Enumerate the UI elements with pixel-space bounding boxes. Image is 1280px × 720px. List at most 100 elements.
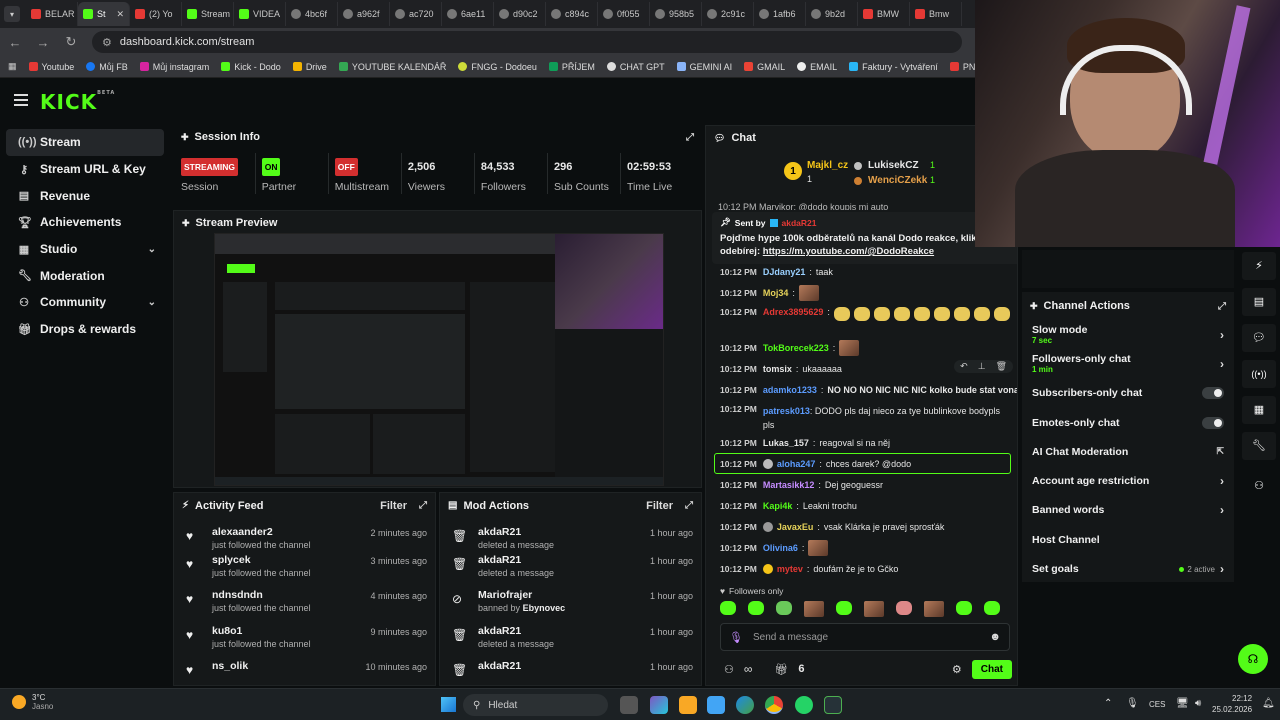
- volume-icon[interactable]: 🔊︎: [1195, 698, 1201, 709]
- msg-user[interactable]: Moj34: [763, 288, 789, 298]
- msg-user[interactable]: Kapi4k: [763, 501, 793, 511]
- browser-tab[interactable]: BMW: [858, 2, 910, 26]
- ca-banned-words[interactable]: Banned words ›: [1022, 496, 1234, 525]
- msg-user[interactable]: patresk013: [763, 406, 810, 416]
- language-indicator[interactable]: CES: [1149, 700, 1165, 709]
- subscribers-only-toggle[interactable]: [1202, 387, 1224, 400]
- close-tab-icon[interactable]: ✕: [116, 9, 124, 20]
- bookmark-fb[interactable]: Můj FB: [86, 62, 128, 72]
- wrench-icon[interactable]: 🔧︎: [1242, 432, 1276, 460]
- msg-user[interactable]: Lukas_157: [763, 438, 809, 448]
- msg-user[interactable]: DJdany21: [763, 267, 806, 277]
- mod-actions-icon[interactable]: ▦: [1242, 396, 1276, 424]
- forward-icon[interactable]: →: [36, 35, 50, 50]
- msg-user[interactable]: mytev: [777, 564, 803, 574]
- settings-gear-icon[interactable]: ⚙: [952, 663, 962, 676]
- browser-tab-active[interactable]: St ✕: [78, 2, 130, 26]
- emote-icon[interactable]: [776, 601, 792, 615]
- msg-user[interactable]: JavaxEu: [777, 522, 814, 532]
- copilot-icon[interactable]: [650, 696, 668, 714]
- browser-tab[interactable]: 6ae11: [442, 2, 494, 26]
- browser-tab[interactable]: ac720: [390, 2, 442, 26]
- ca-host-channel[interactable]: Host Channel: [1022, 525, 1234, 554]
- bookmark-kick[interactable]: Kick - Dodo: [221, 62, 281, 72]
- browser-tab[interactable]: 0f055: [598, 2, 650, 26]
- bookmark-gmail[interactable]: GMAIL: [744, 62, 785, 72]
- sidebar-item-moderation[interactable]: 🔧︎ Moderation: [6, 262, 164, 289]
- chat-input[interactable]: 🎙︎ Send a message ☻: [720, 623, 1010, 651]
- sidebar-item-revenue[interactable]: ▤ Revenue: [6, 182, 164, 209]
- browser-tab[interactable]: Stream: [182, 2, 234, 26]
- expand-icon[interactable]: ⤢: [686, 132, 694, 143]
- activity-user[interactable]: ns_olik: [212, 660, 365, 672]
- bookmark-email[interactable]: EMAIL: [797, 62, 837, 72]
- chrome-icon[interactable]: [765, 696, 783, 714]
- activity-user[interactable]: ndnsdndn: [212, 589, 370, 601]
- emote-icon[interactable]: [720, 601, 736, 615]
- document-icon[interactable]: ▤: [1242, 288, 1276, 316]
- msg-user[interactable]: Adrex3895629: [763, 307, 824, 317]
- chat-send-button[interactable]: Chat: [971, 659, 1012, 679]
- expand-icon[interactable]: ⤢: [685, 500, 693, 511]
- top-gifter-name[interactable]: LukisekCZ: [868, 160, 919, 171]
- ca-ai-moderation[interactable]: AI Chat Moderation ⇱: [1022, 437, 1234, 466]
- capture-app-icon[interactable]: [824, 696, 842, 714]
- expand-icon[interactable]: ⤢: [419, 500, 427, 511]
- broadcast-icon[interactable]: ((•)): [1242, 360, 1276, 388]
- emote-icon[interactable]: [748, 601, 764, 615]
- msg-user[interactable]: Olivina6: [763, 543, 798, 553]
- msg-user[interactable]: tomsix: [763, 364, 792, 374]
- filter-button[interactable]: Filter: [646, 500, 673, 512]
- tray-chevron-icon[interactable]: ⌃: [1104, 698, 1112, 709]
- activity-user[interactable]: splycek: [212, 554, 370, 566]
- mod-user[interactable]: akdaR21: [478, 526, 650, 538]
- emoji-icon[interactable]: ☻: [989, 631, 1001, 643]
- url-field[interactable]: ⚙ dashboard.kick.com/stream: [92, 31, 962, 53]
- browser-tab[interactable]: d90c2: [494, 2, 546, 26]
- ca-set-goals[interactable]: Set goals 2 active ›: [1022, 554, 1234, 583]
- top-gifter-name[interactable]: Majkl_cz: [807, 160, 848, 171]
- kick-logo[interactable]: KICKBETA: [40, 90, 115, 114]
- microphone-icon[interactable]: 🎙︎: [729, 631, 743, 644]
- mod-user[interactable]: akdaR21: [478, 554, 650, 566]
- network-app-icon[interactable]: [707, 696, 725, 714]
- stat-partner-income[interactable]: ON Partner Income: [256, 153, 329, 194]
- browser-tab[interactable]: c894c: [546, 2, 598, 26]
- notification-bell-icon[interactable]: 🔔︎: [1262, 698, 1275, 709]
- sidebar-item-achievements[interactable]: 🏆︎ Achievements: [6, 209, 164, 236]
- sidebar-item-stream-url-key[interactable]: ⚷ Stream URL & Key: [6, 156, 164, 183]
- mod-user[interactable]: akdaR21: [478, 625, 650, 637]
- delete-icon[interactable]: 🗑︎: [996, 361, 1007, 372]
- pinned-user[interactable]: akdaR21: [782, 218, 817, 228]
- emote-icon[interactable]: [836, 601, 852, 615]
- sidebar-item-stream[interactable]: ((•)) Stream: [6, 129, 164, 156]
- file-explorer-icon[interactable]: [679, 696, 697, 714]
- back-icon[interactable]: ←: [8, 35, 22, 50]
- emotes-only-toggle[interactable]: [1202, 416, 1224, 429]
- emote-icon[interactable]: [864, 601, 884, 617]
- filter-button[interactable]: Filter: [380, 500, 407, 512]
- bookmark-fngg[interactable]: FNGG - Dodoeu: [458, 62, 537, 72]
- bookmark-youtube[interactable]: Youtube: [28, 62, 74, 72]
- edge-icon[interactable]: [736, 696, 754, 714]
- stream-preview-video[interactable]: [214, 233, 664, 486]
- msg-user[interactable]: aloha247: [777, 459, 816, 469]
- activity-user[interactable]: ku8o1: [212, 625, 370, 637]
- ca-account-age[interactable]: Account age restriction ›: [1022, 466, 1234, 495]
- emote-icon[interactable]: [896, 601, 912, 615]
- tab-list-icon[interactable]: ▾: [4, 6, 20, 22]
- sidebar-item-drops-rewards[interactable]: 🎁︎ Drops & rewards: [6, 316, 164, 343]
- support-headset-icon[interactable]: ☊: [1238, 644, 1268, 674]
- mod-by-user[interactable]: Ebynovec: [523, 603, 566, 613]
- msg-user[interactable]: TokBorecek223: [763, 343, 829, 353]
- browser-tab[interactable]: BELAR: [26, 2, 78, 26]
- reply-icon[interactable]: ↶: [960, 361, 968, 372]
- users-icon[interactable]: ⚇: [724, 663, 734, 676]
- emote-icon[interactable]: [956, 601, 972, 615]
- ca-slow-mode[interactable]: Slow mode 7 sec ›: [1022, 320, 1234, 349]
- users-icon[interactable]: ⚇: [1242, 472, 1276, 500]
- reload-icon[interactable]: ↻: [64, 34, 78, 50]
- browser-tab[interactable]: 4bc6f: [286, 2, 338, 26]
- browser-tab[interactable]: 9b2d: [806, 2, 858, 26]
- browser-tab[interactable]: 2c91c: [702, 2, 754, 26]
